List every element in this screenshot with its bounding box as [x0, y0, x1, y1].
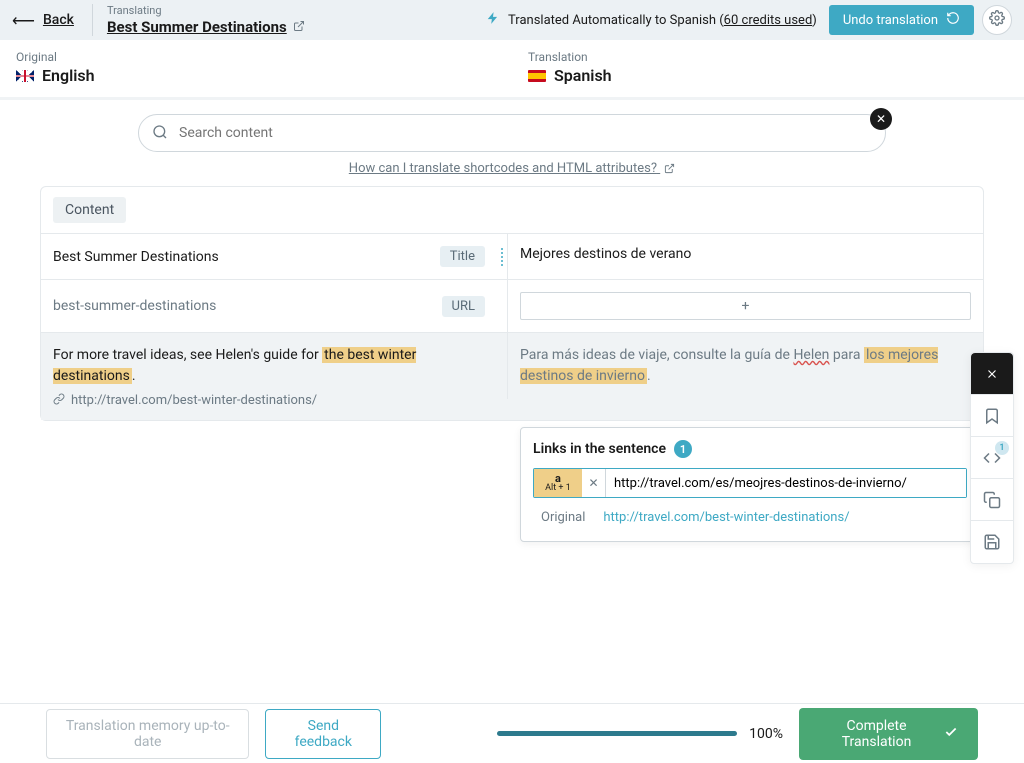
search-wrap: ✕	[138, 114, 886, 152]
gear-icon	[989, 10, 1005, 30]
links-count-badge: 1	[674, 440, 692, 458]
original-link[interactable]: http://travel.com/best-winter-destinatio…	[603, 510, 849, 525]
auto-translation-status: Translated Automatically to Spanish (60 …	[486, 11, 817, 29]
plus-icon: +	[742, 298, 750, 314]
divider	[92, 4, 93, 36]
pill-title: Title	[440, 246, 485, 267]
original-language: Original English	[0, 40, 512, 97]
spellcheck-error: Helen	[793, 347, 829, 363]
translation-memory-button[interactable]: Translation memory up-to-date	[46, 709, 249, 759]
pill-url: URL	[442, 296, 485, 317]
translation-language: Translation Spanish	[512, 40, 1024, 97]
top-bar: ⟵ Back Translating Best Summer Destinati…	[0, 0, 1024, 40]
help-link[interactable]: How can I translate shortcodes and HTML …	[349, 161, 675, 176]
progress-group: 100%	[497, 726, 783, 742]
progress-bar	[497, 731, 737, 736]
tab-content[interactable]: Content	[53, 197, 126, 223]
code-badge: 1	[995, 441, 1009, 455]
tab-row: Content	[41, 187, 983, 234]
source-link-line: http://travel.com/best-winter-destinatio…	[53, 393, 317, 408]
source-link-url[interactable]: http://travel.com/best-winter-destinatio…	[71, 393, 317, 408]
translating-label: Translating	[107, 4, 305, 17]
add-translation-button[interactable]: +	[520, 292, 971, 320]
close-panel-button[interactable]	[971, 353, 1013, 395]
links-panel: Links in the sentence 1 a Alt + 1 ✕ Orig…	[520, 427, 980, 542]
target-title[interactable]: Mejores destinos de verano	[520, 246, 691, 262]
code-button[interactable]: 1	[971, 437, 1013, 479]
check-icon	[944, 725, 958, 743]
close-icon: ✕	[876, 112, 886, 126]
link-input-row: a Alt + 1 ✕	[533, 468, 967, 498]
flag-icon-uk	[16, 70, 34, 82]
copy-button[interactable]	[971, 479, 1013, 521]
back-label: Back	[43, 12, 74, 28]
undo-icon	[946, 11, 960, 29]
bookmark-button[interactable]	[971, 395, 1013, 437]
bolt-icon	[486, 11, 500, 29]
content-panel: Content Best Summer Destinations Title M…	[40, 186, 984, 421]
links-header: Links in the sentence 1	[533, 440, 967, 458]
search-icon	[152, 124, 168, 144]
alt-shortcut-label: a Alt + 1	[534, 469, 582, 497]
complete-translation-button[interactable]: Complete Translation	[799, 708, 978, 760]
search-input[interactable]	[138, 114, 886, 152]
link-icon	[53, 393, 65, 408]
source-title[interactable]: Best Summer Destinations	[53, 249, 219, 265]
arrow-left-icon: ⟵	[12, 11, 35, 30]
undo-translation-button[interactable]: Undo translation	[829, 5, 974, 35]
flag-icon-es	[528, 70, 546, 82]
language-bar: Original English Translation Spanish	[0, 40, 1024, 100]
send-feedback-button[interactable]: Send feedback	[265, 709, 381, 759]
save-button[interactable]	[971, 521, 1013, 563]
row-body: For more travel ideas, see Helen's guide…	[41, 333, 983, 420]
close-search-button[interactable]: ✕	[870, 108, 892, 130]
side-toolbar: 1	[970, 352, 1014, 564]
source-slug[interactable]: best-summer-destinations	[53, 298, 216, 314]
settings-button[interactable]	[982, 5, 1012, 35]
external-link-icon	[293, 18, 305, 36]
row-slug: best-summer-destinations URL +	[41, 280, 983, 333]
footer: Translation memory up-to-date Send feedb…	[0, 703, 1024, 763]
credits-used[interactable]: 60 credits used	[724, 13, 813, 28]
progress-percent: 100%	[749, 726, 783, 742]
target-body[interactable]: Para más ideas de viaje, consulte la guí…	[520, 345, 971, 387]
document-title: Best Summer Destinations	[107, 18, 305, 36]
link-url-input[interactable]	[606, 469, 966, 497]
remove-link-tag[interactable]: ✕	[582, 469, 606, 497]
original-link-row: Original http://travel.com/best-winter-d…	[533, 506, 967, 529]
source-body[interactable]: For more travel ideas, see Helen's guide…	[53, 345, 485, 387]
original-label: Original	[541, 510, 585, 525]
document-title-group[interactable]: Translating Best Summer Destinations	[107, 4, 305, 35]
back-button[interactable]: ⟵ Back	[12, 11, 74, 30]
row-title: Best Summer Destinations Title Mejores d…	[41, 234, 983, 280]
